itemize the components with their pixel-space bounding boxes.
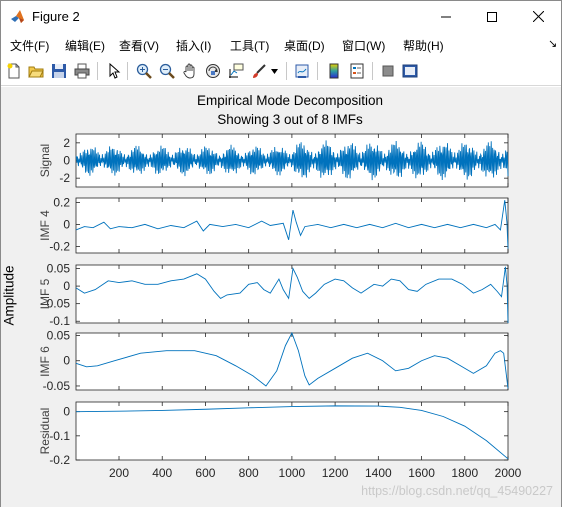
xtick-label: 1000	[279, 466, 306, 480]
insert-legend-icon[interactable]	[347, 61, 367, 81]
ytick-label: 0.05	[47, 262, 71, 276]
ytick-label: -0.05	[43, 379, 71, 393]
rotate-3d-icon[interactable]	[203, 61, 223, 81]
xtick-label: 2000	[495, 466, 522, 480]
open-file-icon[interactable]	[26, 61, 46, 81]
menu-bar: 文件(F) 编辑(E) 查看(V) 插入(I) 工具(T) 桌面(D) 窗口(W…	[1, 34, 561, 56]
print-icon[interactable]	[72, 61, 92, 81]
xtick-label: 400	[152, 466, 172, 480]
pan-icon[interactable]	[180, 61, 200, 81]
toolbar-separator	[127, 62, 128, 80]
ytick-label: -0.1	[49, 314, 70, 328]
xtick-label: 600	[195, 466, 215, 480]
menu-tools[interactable]: 工具(T)	[230, 37, 269, 54]
data-cursor-icon[interactable]	[226, 61, 246, 81]
show-plot-tools-icon[interactable]	[400, 61, 420, 81]
ytick-label: 0	[63, 405, 70, 419]
xtick-label: 1600	[408, 466, 435, 480]
ytick-label: -0.1	[49, 429, 70, 443]
figure-toolbar	[1, 57, 561, 86]
title-bar: Figure 2	[1, 1, 561, 32]
xtick-label: 1800	[451, 466, 478, 480]
figure-window: Figure 2 文件(F) 编辑(E) 查看(V) 插入(I) 工具(T) 桌…	[0, 0, 562, 507]
brush-icon[interactable]	[249, 61, 269, 81]
panel-ylabel-imf-4: IMF 4	[38, 210, 52, 241]
matlab-logo-icon	[10, 9, 26, 25]
close-icon	[532, 11, 544, 22]
menu-window[interactable]: 窗口(W)	[342, 37, 385, 54]
zoom-in-icon[interactable]	[134, 61, 154, 81]
panel-ylabel-imf-6: IMF 6	[38, 346, 52, 377]
hide-plot-tools-icon[interactable]	[378, 61, 398, 81]
menu-file[interactable]: 文件(F)	[10, 37, 49, 54]
emd-plots[interactable]: 20-2Signal0.20-0.2IMF 40.050-0.05-0.1IMF…	[1, 87, 561, 507]
minimize-button[interactable]	[423, 1, 469, 32]
panel-ylabel-imf-5: IMF 5	[38, 278, 52, 309]
save-icon[interactable]	[49, 61, 69, 81]
ytick-label: 0	[63, 217, 70, 231]
ytick-label: 0	[63, 354, 70, 368]
brush-dropdown-icon[interactable]	[268, 61, 280, 81]
minimize-icon	[441, 16, 451, 17]
ytick-label: 0	[63, 279, 70, 293]
window-title: Figure 2	[32, 9, 80, 24]
axes-box-4[interactable]	[75, 332, 509, 391]
xtick-label: 1400	[365, 466, 392, 480]
zoom-out-icon[interactable]	[157, 61, 177, 81]
menu-help[interactable]: 帮助(H)	[403, 37, 444, 54]
panel-ylabel-residual: Residual	[38, 408, 52, 455]
toolbar-separator	[317, 62, 318, 80]
ytick-label: 0	[63, 154, 70, 168]
ytick-label: 0.05	[47, 329, 71, 343]
dock-arrow-icon[interactable]: ↘	[548, 37, 557, 50]
toolbar-separator	[372, 62, 373, 80]
new-figure-icon[interactable]	[4, 61, 24, 81]
ytick-label: -0.2	[49, 453, 70, 467]
ytick-label: 2	[63, 136, 70, 150]
maximize-button[interactable]	[469, 1, 515, 32]
xtick-label: 800	[239, 466, 259, 480]
ytick-label: 0.2	[53, 195, 70, 209]
panel-ylabel-signal: Signal	[38, 144, 52, 177]
menu-insert[interactable]: 插入(I)	[176, 37, 211, 54]
close-button[interactable]	[515, 1, 561, 32]
xtick-label: 1200	[322, 466, 349, 480]
pointer-icon[interactable]	[104, 61, 124, 81]
figure-canvas[interactable]: Empirical Mode Decomposition Showing 3 o…	[1, 87, 561, 507]
ytick-label: -2	[59, 171, 70, 185]
insert-colorbar-icon[interactable]	[324, 61, 344, 81]
link-plot-icon[interactable]	[292, 61, 312, 81]
menu-edit[interactable]: 编辑(E)	[65, 37, 105, 54]
watermark-text: https://blog.csdn.net/qq_45490227	[361, 484, 553, 498]
menu-desktop[interactable]: 桌面(D)	[284, 37, 325, 54]
maximize-icon	[487, 11, 497, 22]
ytick-label: -0.2	[49, 239, 70, 253]
xtick-label: 200	[109, 466, 129, 480]
toolbar-separator	[97, 62, 98, 80]
menu-view[interactable]: 查看(V)	[119, 37, 159, 54]
toolbar-separator	[286, 62, 287, 80]
